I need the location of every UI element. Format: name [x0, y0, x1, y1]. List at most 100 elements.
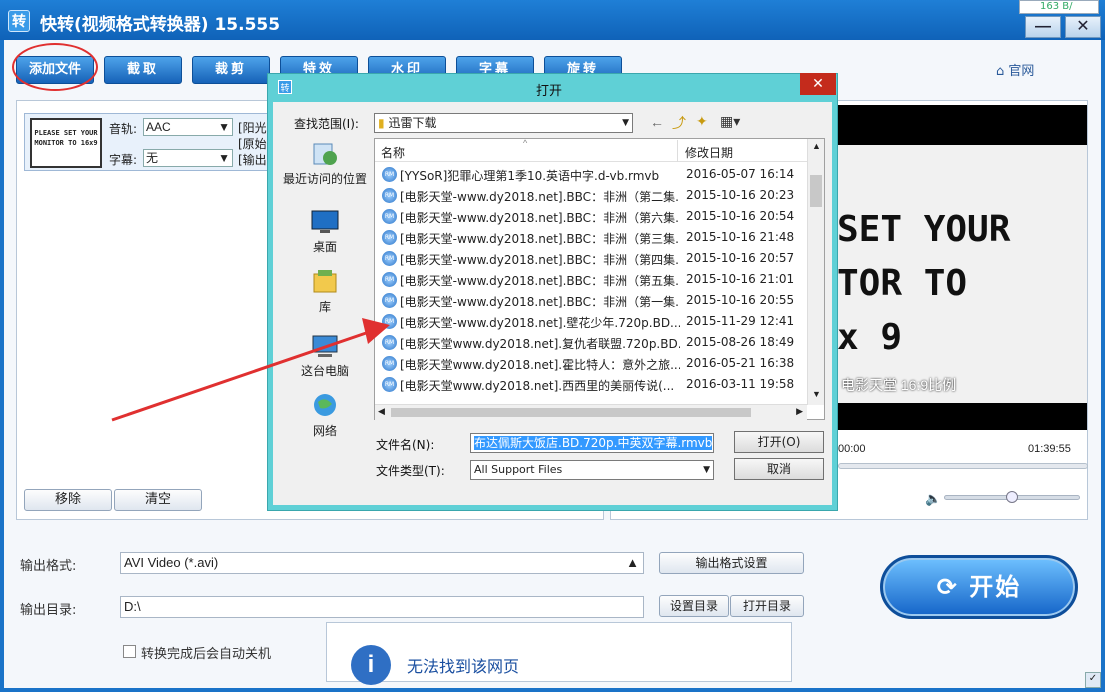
home-icon: ⌂: [996, 64, 1005, 79]
video-file-icon: RM: [382, 167, 397, 182]
set-dir-button[interactable]: 设置目录: [659, 595, 729, 617]
place-label: 最近访问的位置: [282, 172, 367, 186]
dialog-app-icon: 转: [278, 80, 292, 94]
volume-icon[interactable]: 🔈: [925, 491, 941, 507]
video-text: SET YOUR: [837, 209, 1011, 250]
file-row[interactable]: RM [电影天堂www.dy2018.net].西西里的美丽传说(... 2016-…: [376, 374, 806, 395]
chevron-down-icon: ▼: [218, 151, 230, 165]
column-date[interactable]: 修改日期: [685, 144, 733, 161]
scroll-up-icon[interactable]: ▲: [812, 141, 821, 151]
audio-track-select[interactable]: AAC ▼: [143, 118, 233, 136]
window-title: 快转(视频格式转换器) 15.555: [40, 15, 281, 35]
place-desktop[interactable]: 桌面: [281, 208, 369, 255]
file-date: 2016-03-11 19:58: [686, 377, 795, 391]
chevron-down-icon: ▼: [622, 118, 629, 128]
file-row[interactable]: RM [电影天堂www.dy2018.net].霍比特人：意外之旅... 2016-…: [376, 353, 806, 374]
file-row[interactable]: RM [电影天堂-www.dy2018.net].BBC：非洲（第三集... 201…: [376, 227, 806, 248]
info-line: [输出: [238, 153, 267, 167]
video-text: x 9: [837, 317, 903, 358]
top-menu[interactable]: [0, 0, 420, 6]
file-name: [电影天堂www.dy2018.net].霍比特人：意外之旅...: [400, 358, 680, 372]
place-network[interactable]: 网络: [281, 392, 369, 439]
format-settings-button[interactable]: 输出格式设置: [659, 552, 804, 574]
cancel-button[interactable]: 取消: [734, 458, 824, 480]
output-format-label: 输出格式:: [20, 559, 77, 574]
file-row[interactable]: RM [电影天堂www.dy2018.net].复仇者联盟.720p.BD... 2…: [376, 332, 806, 353]
place-label: 网络: [312, 424, 337, 438]
file-date: 2015-08-26 18:49: [686, 335, 795, 349]
file-row[interactable]: RM [电影天堂-www.dy2018.net].壁花少年.720p.BD... 2…: [376, 311, 806, 332]
filename-label: 文件名(N):: [376, 438, 435, 452]
start-button[interactable]: ⟳ 开始: [880, 555, 1078, 619]
video-text: TOR TO: [837, 263, 968, 304]
hscroll-thumb[interactable]: [391, 408, 751, 417]
scroll-left-icon[interactable]: ◀: [378, 406, 385, 417]
column-divider: [677, 140, 678, 162]
red-circle-annotation: [12, 43, 98, 91]
scroll-right-icon[interactable]: ▶: [796, 406, 803, 417]
trim-button[interactable]: 截取: [104, 56, 182, 84]
chevron-down-icon: ▼: [703, 465, 710, 475]
dialog-close-icon[interactable]: ✕: [800, 73, 836, 95]
filename-input[interactable]: 布达佩斯大饭店.BD.720p.中英双字幕.rmvb: [470, 433, 714, 453]
audio-track-label: 音轨:: [109, 122, 138, 136]
file-row[interactable]: RM [电影天堂-www.dy2018.net].BBC：非洲（第五集... 201…: [376, 269, 806, 290]
video-file-icon: RM: [382, 188, 397, 203]
file-row[interactable]: RM [电影天堂-www.dy2018.net].BBC：非洲（第四集... 201…: [376, 248, 806, 269]
up-folder-icon[interactable]: ⤴: [672, 113, 686, 133]
video-file-icon: RM: [382, 314, 397, 329]
crop-button[interactable]: 裁剪: [192, 56, 270, 84]
info-line: [阳光: [238, 121, 267, 135]
file-name: [电影天堂-www.dy2018.net].BBC：非洲（第六集...: [400, 211, 680, 225]
lookin-label: 查找范围(I):: [294, 117, 359, 131]
shutdown-checkbox[interactable]: [123, 645, 136, 658]
volume-thumb[interactable]: [1006, 491, 1018, 503]
vertical-scrollbar[interactable]: ▲ ▼: [807, 139, 824, 405]
home-link[interactable]: ⌂ 官网: [996, 60, 1034, 79]
open-button[interactable]: 打开(O): [734, 431, 824, 453]
file-row[interactable]: RM [电影天堂-www.dy2018.net].BBC：非洲（第二集... 201…: [376, 185, 806, 206]
subtitle-select[interactable]: 无 ▼: [143, 149, 233, 167]
horizontal-scrollbar[interactable]: ◀ ▶: [375, 404, 807, 420]
scroll-thumb[interactable]: [810, 175, 822, 207]
column-name[interactable]: 名称: [381, 144, 405, 161]
place-label: 库: [318, 300, 331, 314]
place-recent[interactable]: 最近访问的位置: [281, 140, 369, 187]
video-thumbnail: PLEASE SET YOUR MONITOR TO 16x9: [30, 118, 102, 168]
seek-bar[interactable]: [838, 463, 1088, 469]
net-speed-widget: 163 B/: [1019, 0, 1099, 14]
subtitle-label: 字幕:: [109, 153, 138, 167]
view-menu-icon[interactable]: ▦▾: [720, 113, 740, 130]
web-panel: i 无法找到该网页: [326, 622, 792, 685]
scroll-down-icon[interactable]: ▼: [812, 389, 821, 399]
dialog-title: 打开: [536, 84, 563, 99]
file-name: [电影天堂-www.dy2018.net].BBC：非洲（第四集...: [400, 253, 680, 267]
close-icon[interactable]: ✕: [1065, 16, 1101, 38]
resize-grip-icon[interactable]: ✓: [1085, 672, 1101, 688]
file-date: 2015-10-16 20:57: [686, 251, 795, 265]
chevron-down-icon: ▼: [218, 120, 230, 134]
file-row[interactable]: RM [电影天堂-www.dy2018.net].BBC：非洲（第六集... 201…: [376, 206, 806, 227]
output-format-select[interactable]: AVI Video (*.avi) ▲: [120, 552, 644, 574]
new-folder-icon[interactable]: ✦: [696, 113, 708, 130]
place-library[interactable]: 库: [281, 268, 369, 315]
place-label: 桌面: [312, 240, 337, 254]
file-row[interactable]: RM [YYSoR]犯罪心理第1季10.英语中字.d-vb.rmvb 2016-05…: [376, 164, 806, 185]
chevron-up-icon: ▲: [626, 555, 639, 570]
info-icon: i: [351, 645, 391, 685]
file-date: 2015-11-29 12:41: [686, 314, 795, 328]
output-dir-field[interactable]: D:\: [120, 596, 644, 618]
place-this-pc[interactable]: 这台电脑: [281, 332, 369, 379]
remove-button[interactable]: 移除: [24, 489, 112, 511]
file-date: 2015-10-16 21:01: [686, 272, 795, 286]
minimize-icon[interactable]: —: [1025, 16, 1061, 38]
video-file-icon: RM: [382, 335, 397, 350]
file-list-header: 名称 ^ 修改日期: [375, 138, 807, 162]
back-icon[interactable]: ←: [650, 114, 664, 130]
video-file-icon: RM: [382, 230, 397, 245]
open-dir-button[interactable]: 打开目录: [730, 595, 804, 617]
file-row[interactable]: RM [电影天堂-www.dy2018.net].BBC：非洲（第一集... 201…: [376, 290, 806, 311]
clear-button[interactable]: 清空: [114, 489, 202, 511]
lookin-select[interactable]: ▮ 迅雷下载 ▼: [374, 113, 633, 133]
filetype-select[interactable]: All Support Files ▼: [470, 460, 714, 480]
